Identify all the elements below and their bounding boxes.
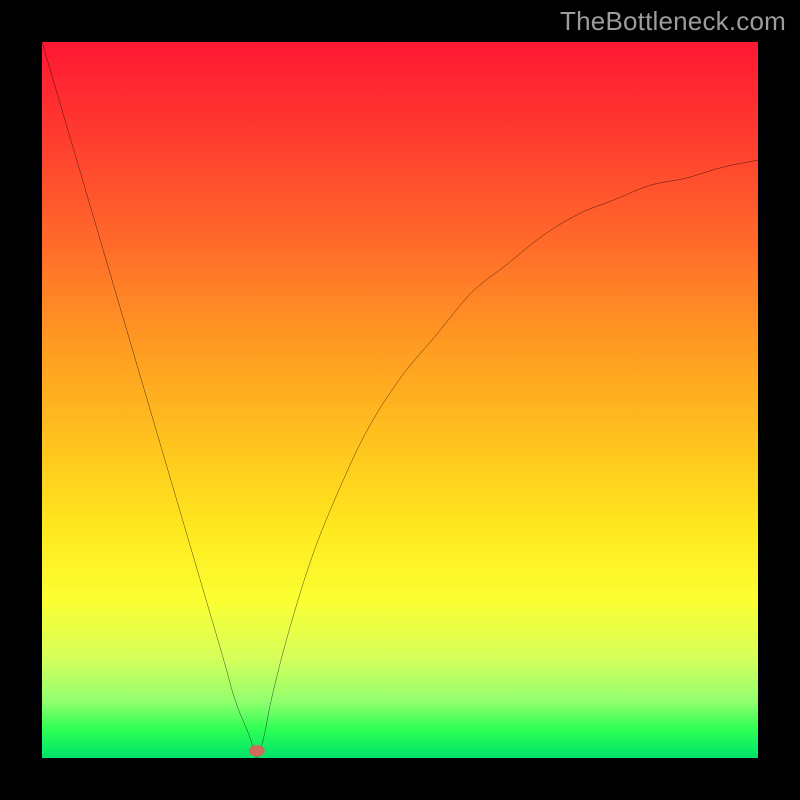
chart-frame: TheBottleneck.com — [0, 0, 800, 800]
curve-line — [42, 42, 758, 758]
bottleneck-curve — [42, 42, 758, 758]
chart-svg — [42, 42, 758, 758]
watermark-text: TheBottleneck.com — [560, 6, 786, 37]
min-marker — [249, 745, 265, 756]
